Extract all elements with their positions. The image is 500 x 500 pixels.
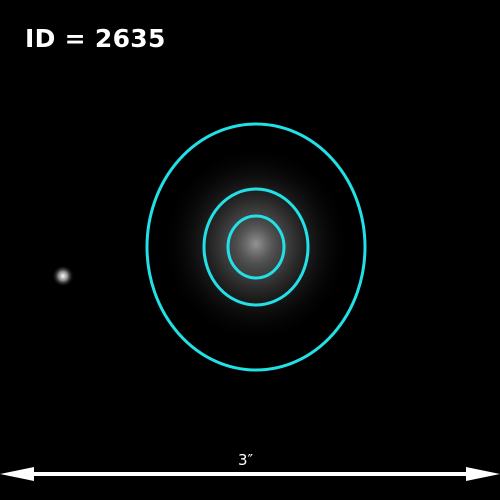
point-source: [52, 265, 74, 287]
sky-background: [0, 0, 500, 500]
object-id-label: ID = 2635: [25, 24, 166, 53]
cutout-image: ID = 2635 3″: [0, 0, 500, 500]
scale-bar-label: 3″: [238, 451, 254, 469]
